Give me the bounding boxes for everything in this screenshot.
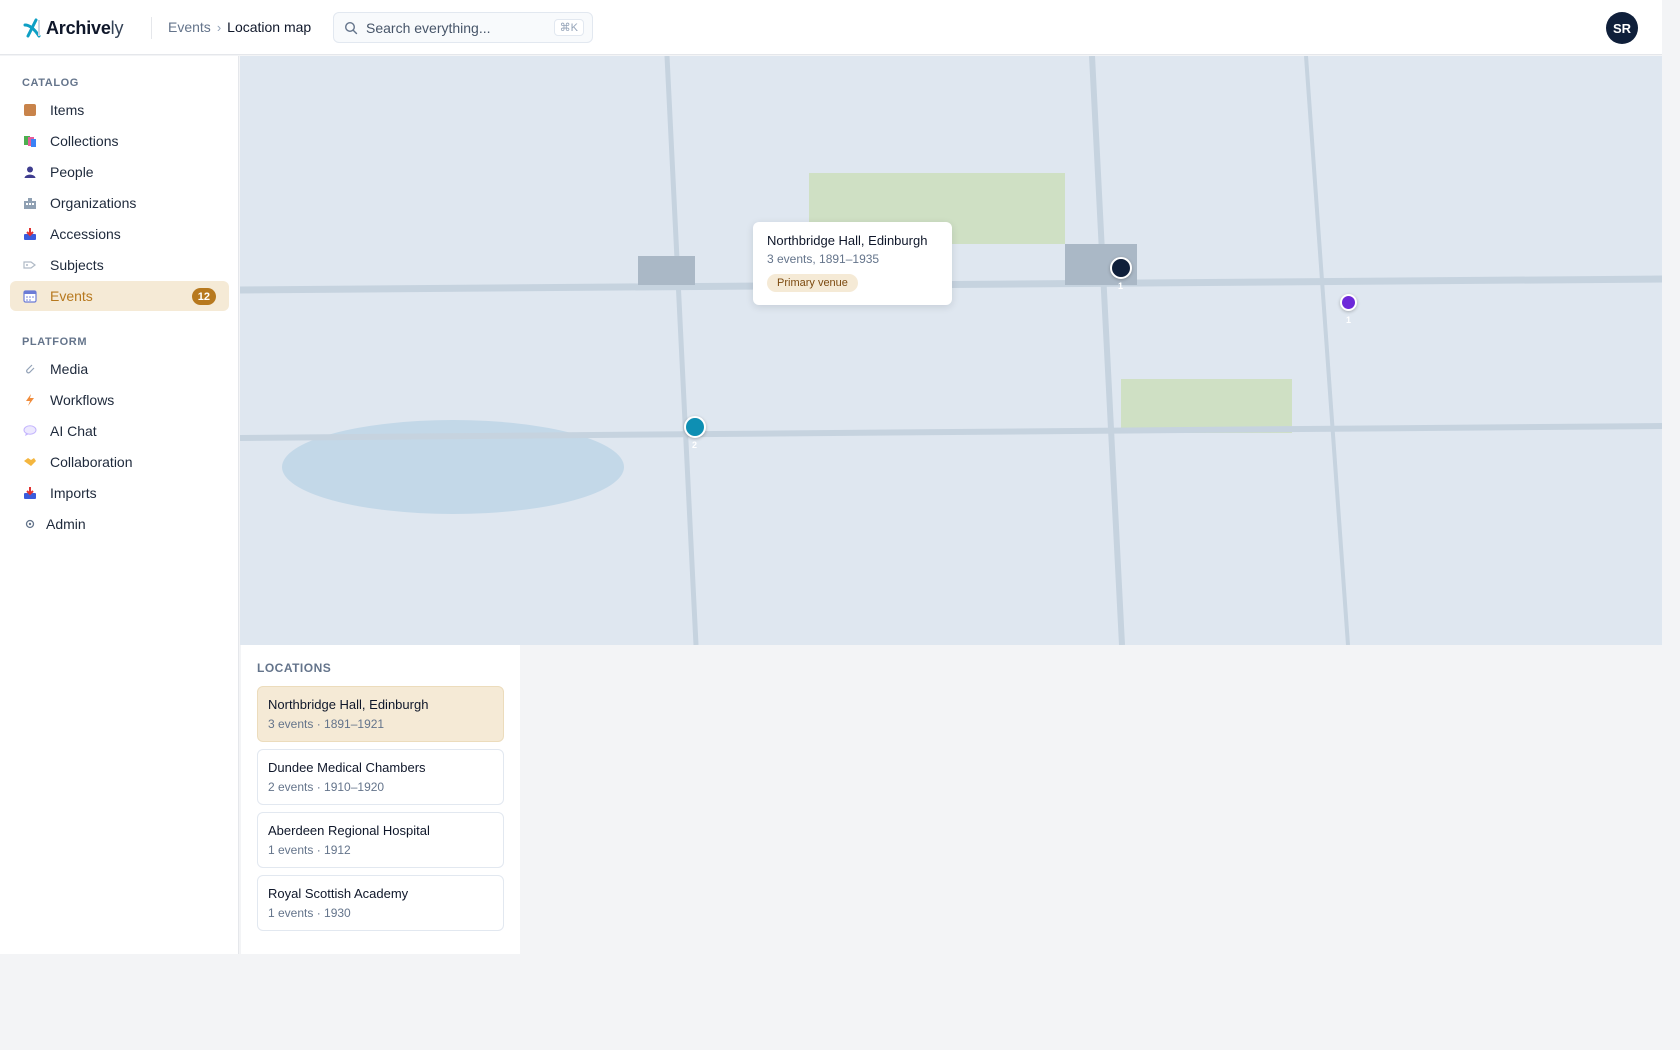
topbar-divider [151, 17, 152, 39]
search-input[interactable]: Search everything... ⌘K [333, 12, 593, 43]
sidebar-item-people[interactable]: People [10, 157, 229, 187]
app-logo[interactable]: Archively [22, 16, 123, 40]
tooltip-subtitle: 3 events, 1891–1935 [767, 252, 880, 266]
sidebar: CATALOG Items Collections People Organiz… [0, 56, 239, 954]
sidebar-item-collections[interactable]: Collections [10, 126, 229, 156]
map-road [1304, 56, 1350, 645]
location-name: Aberdeen Regional Hospital [268, 823, 430, 838]
building-block [638, 256, 695, 285]
sidebar-item-label: Media [50, 361, 89, 377]
top-bar: Archively Events › Location map Search e… [0, 0, 1662, 55]
map-marker-dundee-medical-chambers[interactable] [684, 416, 706, 438]
location-card[interactable]: Northbridge Hall, Edinburgh 3 events · 1… [257, 686, 504, 742]
search-icon [344, 21, 358, 34]
location-meta: 2 events · 1910–1920 [268, 780, 385, 794]
sidebar-item-label: Collections [50, 133, 119, 149]
paperclip-icon [22, 361, 38, 377]
sidebar-item-label: Collaboration [50, 454, 133, 470]
sidebar-item-media[interactable]: Media [10, 354, 229, 384]
locations-panel: LOCATIONS Northbridge Hall, Edinburgh 3 … [241, 645, 520, 954]
sidebar-item-workflows[interactable]: Workflows [10, 385, 229, 415]
location-name: Dundee Medical Chambers [268, 760, 426, 775]
tooltip-title: Northbridge Hall, Edinburgh [767, 233, 928, 248]
marker-count-label: 1 [1346, 315, 1352, 325]
map-marker-tooltip: Northbridge Hall, Edinburgh 3 events, 18… [753, 222, 952, 305]
sidebar-item-label: Subjects [50, 257, 104, 273]
sidebar-item-label: People [50, 164, 94, 180]
import-tray-icon [22, 485, 38, 501]
map-road [1089, 56, 1125, 645]
marker-count-label: 1 [1118, 281, 1124, 291]
locations-heading: LOCATIONS [257, 661, 332, 675]
park-area [1121, 379, 1292, 433]
breadcrumb-parent-link[interactable]: Events [168, 19, 211, 35]
events-count-badge: 12 [191, 288, 216, 305]
location-card[interactable]: Aberdeen Regional Hospital 1 events · 19… [257, 812, 504, 868]
location-meta: 1 events · 1930 [268, 906, 351, 920]
sidebar-item-ai-chat[interactable]: AI Chat [10, 416, 229, 446]
gear-icon [22, 516, 38, 532]
app-name-bold: Archive [46, 17, 111, 38]
sidebar-item-collaboration[interactable]: Collaboration [10, 447, 229, 477]
search-placeholder: Search everything... [366, 19, 491, 36]
user-avatar[interactable]: SR [1606, 12, 1638, 44]
search-shortcut: ⌘K [553, 19, 584, 36]
location-meta: 1 events · 1912 [268, 843, 351, 857]
map-marker-northbridge-hall[interactable] [1110, 257, 1132, 279]
section-label-platform: PLATFORM [22, 336, 88, 348]
sidebar-item-organizations[interactable]: Organizations [10, 188, 229, 218]
handshake-icon [22, 454, 38, 470]
tag-icon [22, 257, 38, 273]
marker-count-label: 2 [692, 440, 698, 450]
sidebar-item-imports[interactable]: Imports [10, 478, 229, 508]
sidebar-item-accessions[interactable]: Accessions [10, 219, 229, 249]
sidebar-item-label: Imports [50, 485, 97, 501]
sidebar-item-label: Items [50, 102, 85, 118]
sidebar-item-label: Events [50, 288, 93, 304]
sidebar-item-label: Workflows [50, 392, 115, 408]
sidebar-item-items[interactable]: Items [10, 95, 229, 125]
map-marker-aberdeen-regional-hospital[interactable] [1340, 294, 1357, 311]
sidebar-item-events[interactable]: Events 12 [10, 281, 229, 311]
lightning-icon [22, 392, 38, 408]
location-card[interactable]: Dundee Medical Chambers 2 events · 1910–… [257, 749, 504, 805]
tooltip-tag: Primary venue [767, 274, 858, 292]
chat-bubble-icon [22, 423, 38, 439]
breadcrumb-separator: › [216, 19, 222, 35]
sidebar-item-label: Admin [46, 516, 86, 532]
box-icon [22, 102, 38, 118]
sidebar-item-label: AI Chat [50, 423, 97, 439]
building-icon [22, 195, 38, 211]
person-icon [22, 164, 38, 180]
inbox-icon [22, 226, 38, 242]
breadcrumb-current: Location map [227, 19, 312, 35]
breadcrumb: Events › Location map [168, 19, 311, 35]
map-road [664, 56, 699, 645]
sidebar-item-admin[interactable]: Admin [10, 509, 229, 539]
section-label-catalog: CATALOG [22, 77, 79, 89]
location-meta: 3 events · 1891–1921 [268, 717, 385, 731]
app-name-light: ly [110, 17, 124, 38]
sidebar-item-subjects[interactable]: Subjects [10, 250, 229, 280]
map-base-layer [240, 56, 1662, 645]
location-card[interactable]: Royal Scottish Academy 1 events · 1930 [257, 875, 504, 931]
logo-mark-icon [23, 18, 41, 38]
location-name: Northbridge Hall, Edinburgh [268, 697, 429, 712]
sidebar-item-label: Organizations [50, 195, 137, 211]
location-map[interactable]: 1 2 1 Northbridge Hall, Edinburgh 3 even… [240, 56, 1662, 645]
app-name: Archively [46, 18, 123, 39]
location-name: Royal Scottish Academy [268, 886, 409, 901]
collections-icon [22, 133, 38, 149]
calendar-icon [22, 288, 38, 304]
sidebar-item-label: Accessions [50, 226, 121, 242]
